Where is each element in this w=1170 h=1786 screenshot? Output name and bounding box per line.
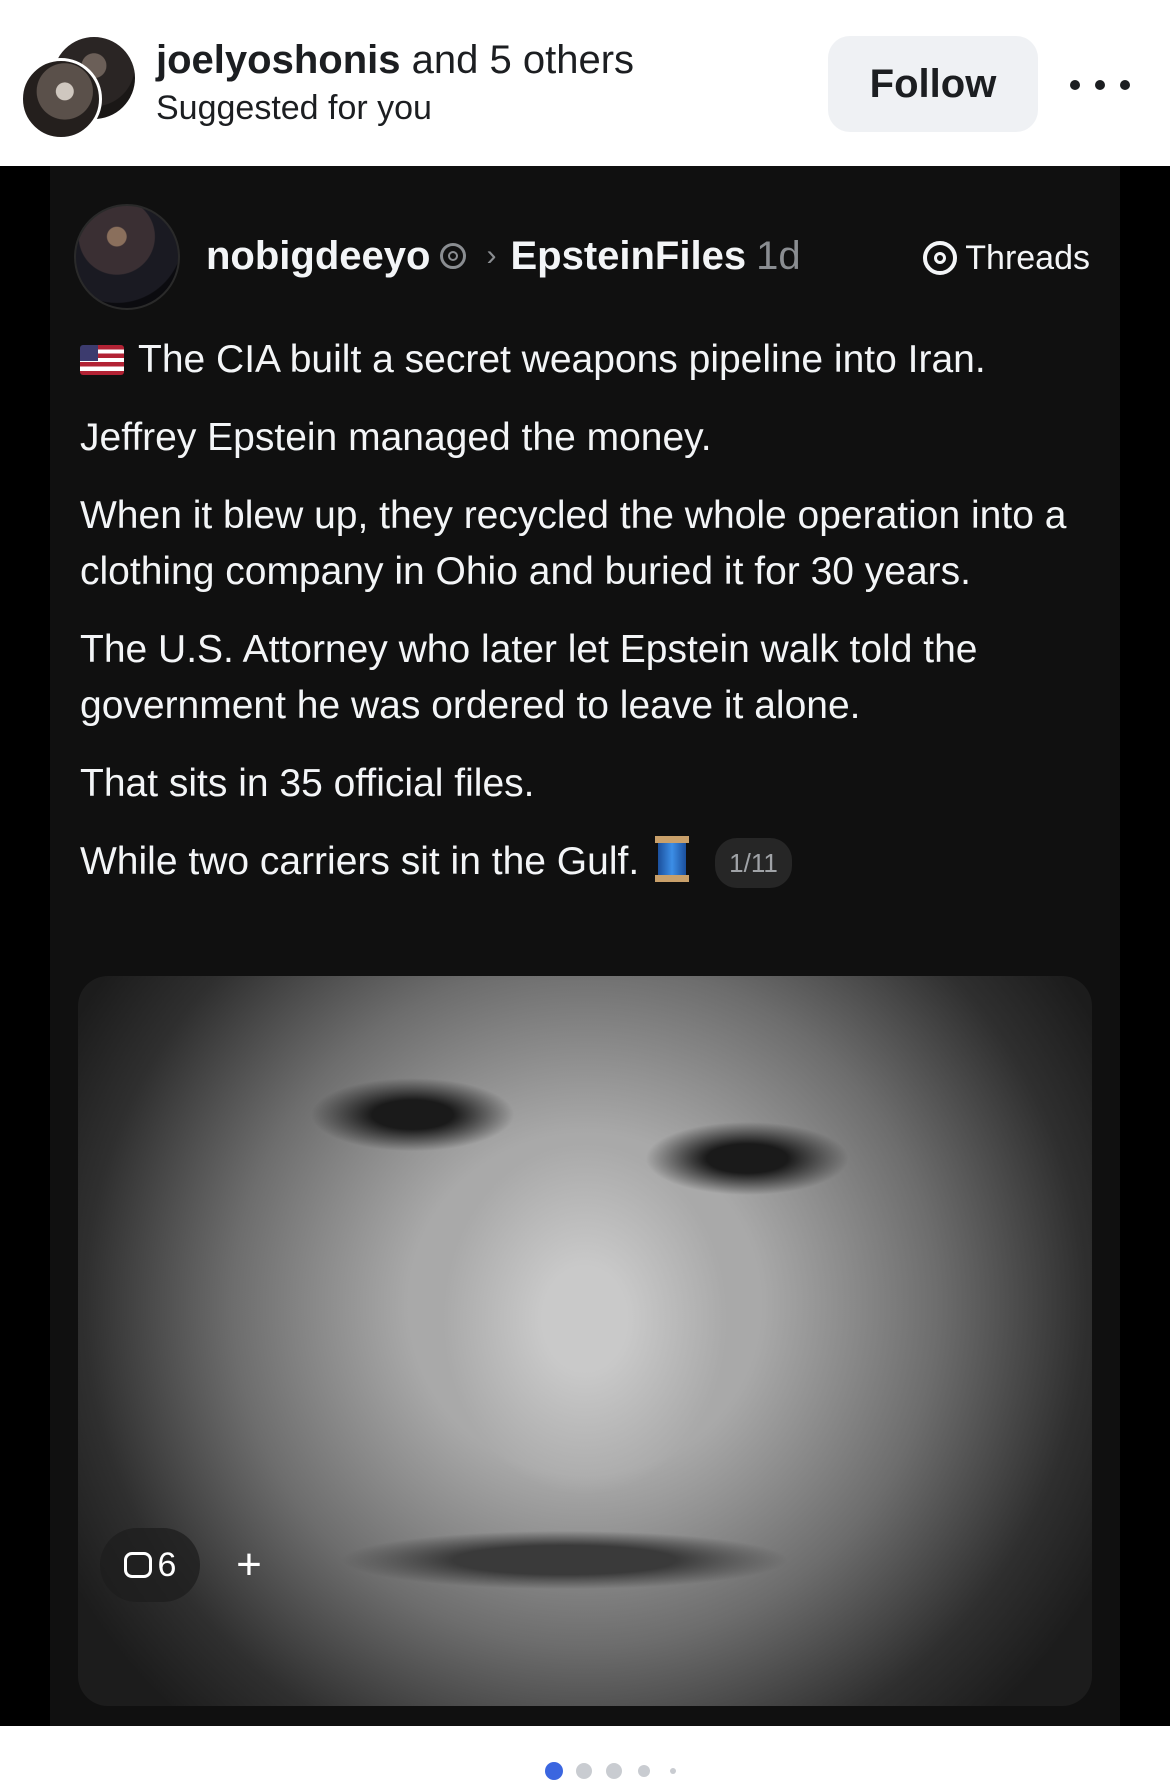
dot bbox=[1070, 80, 1080, 90]
post-paragraph: When it blew up, they recycled the whole… bbox=[80, 494, 1067, 593]
page-count-badge: 1/11 bbox=[715, 838, 792, 888]
header-text: joelyoshonis and 5 others Suggested for … bbox=[156, 36, 634, 130]
post-paragraph: While two carriers sit in the Gulf. 1/11 bbox=[80, 834, 1090, 890]
threads-post-meta: nobigdeeyo › EpsteinFiles 1d bbox=[206, 232, 801, 280]
header-others[interactable]: and 5 others bbox=[412, 38, 634, 82]
thread-spool-icon bbox=[655, 836, 690, 882]
repost-icon bbox=[123, 1552, 152, 1578]
post-paragraph: The CIA built a secret weapons pipeline … bbox=[80, 332, 1090, 388]
follow-button[interactable]: Follow bbox=[828, 36, 1038, 132]
threads-post-card: nobigdeeyo › EpsteinFiles 1d Threads The… bbox=[50, 166, 1120, 1726]
threads-badge-icon bbox=[440, 243, 467, 269]
carousel-dot bbox=[670, 1768, 676, 1774]
threads-post-body: The CIA built a secret weapons pipeline … bbox=[80, 332, 1090, 912]
threads-logo-icon bbox=[923, 241, 958, 275]
threads-username: nobigdeeyo bbox=[206, 234, 431, 278]
repost-count: 6 bbox=[100, 1528, 200, 1602]
carousel-dot bbox=[576, 1763, 592, 1779]
avatar bbox=[74, 204, 180, 310]
threads-watermark: Threads bbox=[923, 236, 1090, 280]
stacked-avatars[interactable] bbox=[20, 34, 138, 144]
more-horizontal-icon[interactable] bbox=[1070, 60, 1130, 110]
post-paragraph: Jeffrey Epstein managed the money. bbox=[80, 416, 712, 459]
us-flag-icon bbox=[80, 345, 124, 375]
post-media[interactable]: nobigdeeyo › EpsteinFiles 1d Threads The… bbox=[0, 166, 1170, 1726]
carousel-indicator bbox=[0, 1726, 1170, 1786]
header-title[interactable]: joelyoshonis and 5 others bbox=[156, 36, 634, 84]
post-paragraph: The U.S. Attorney who later let Epstein … bbox=[80, 628, 978, 727]
plus-icon: + bbox=[236, 1540, 262, 1589]
carousel-dot bbox=[606, 1763, 622, 1779]
threads-timestamp: 1d bbox=[756, 234, 801, 278]
chevron-right-icon: › bbox=[486, 239, 497, 272]
dot bbox=[1120, 80, 1130, 90]
post-photo: 6 + bbox=[78, 976, 1092, 1706]
threads-community: EpsteinFiles bbox=[510, 234, 747, 278]
threads-brand-label: Threads bbox=[965, 239, 1090, 277]
carousel-dot bbox=[638, 1765, 650, 1777]
dot bbox=[1095, 80, 1105, 90]
header-subtitle: Suggested for you bbox=[156, 89, 432, 127]
post-paragraph: That sits in 35 official files. bbox=[80, 762, 535, 805]
header-username[interactable]: joelyoshonis bbox=[156, 38, 401, 82]
avatar[interactable] bbox=[20, 58, 102, 140]
carousel-dot-active bbox=[545, 1762, 563, 1780]
repost-count-label: 6 bbox=[157, 1545, 177, 1584]
post-header: joelyoshonis and 5 others Suggested for … bbox=[0, 0, 1170, 166]
